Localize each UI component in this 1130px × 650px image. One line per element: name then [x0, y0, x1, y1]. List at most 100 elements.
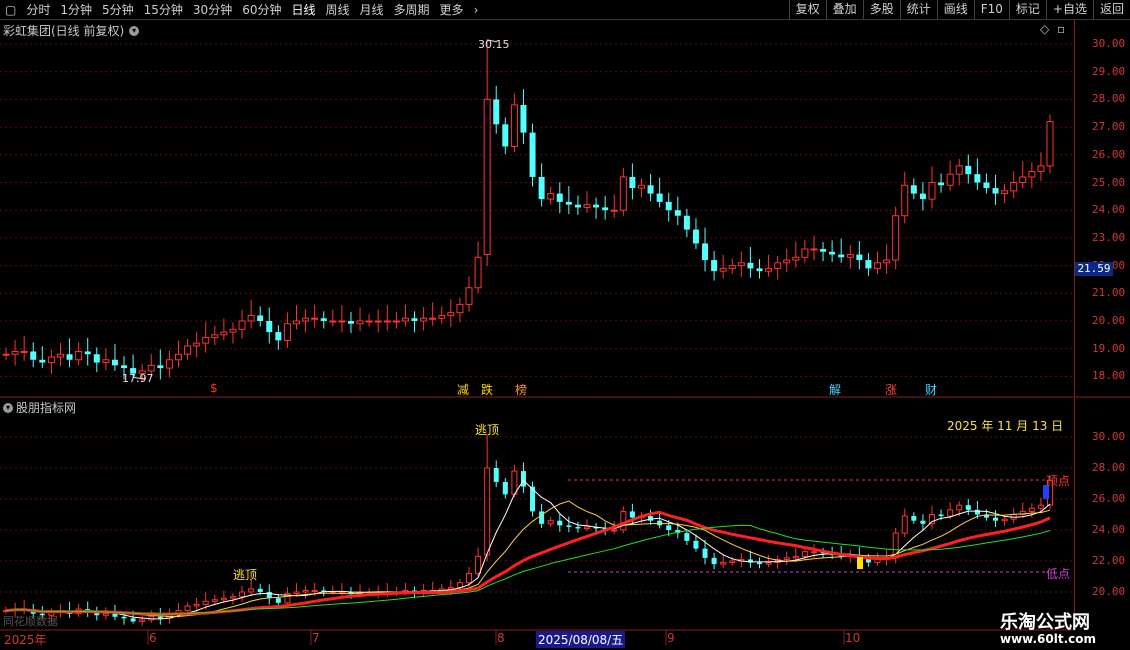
- candle-body: [993, 517, 999, 521]
- candle-body: [30, 351, 37, 360]
- candle-body: [502, 124, 509, 147]
- x-axis-label: 8: [497, 631, 505, 645]
- candle-body: [266, 321, 273, 333]
- candle-body: [910, 185, 917, 194]
- candle-body: [383, 320, 391, 323]
- candle-body: [411, 318, 418, 321]
- candle-body: [429, 317, 437, 320]
- candle-body: [1001, 190, 1009, 195]
- candle-body: [1046, 121, 1054, 167]
- candle-body: [510, 104, 518, 147]
- candle-body: [865, 260, 872, 269]
- y-tick-label: 28.00: [1092, 92, 1126, 106]
- candle-body: [220, 597, 227, 601]
- candle-body: [338, 320, 346, 323]
- candle-body: [711, 557, 717, 565]
- kline-chart[interactable]: [0, 0, 1130, 650]
- candle-body: [275, 332, 282, 341]
- candle-body: [711, 260, 718, 272]
- candle-body: [584, 526, 591, 529]
- candle-body: [465, 287, 473, 305]
- candle-body: [955, 165, 963, 175]
- candle-body: [121, 616, 127, 619]
- candle-body: [911, 516, 917, 521]
- candle-body: [838, 254, 845, 258]
- candle-body: [311, 317, 319, 320]
- candle-body: [229, 596, 236, 599]
- candle-body: [84, 351, 91, 355]
- candle-body: [465, 572, 472, 584]
- candle-body: [883, 259, 891, 264]
- candle-body: [820, 248, 827, 252]
- high-price-label: 30.15: [478, 38, 510, 51]
- candle-body: [356, 320, 364, 325]
- candle-body: [102, 359, 110, 364]
- candle-body: [20, 350, 28, 353]
- candle-body: [947, 509, 954, 517]
- top-point-label: 顶点: [1046, 474, 1071, 488]
- candle-body: [447, 586, 454, 590]
- candle-body: [765, 562, 772, 565]
- candle-body: [283, 323, 291, 341]
- candle-body: [338, 591, 345, 594]
- candle-body: [565, 201, 572, 205]
- candle-body: [202, 600, 209, 605]
- candle-body: [610, 209, 618, 212]
- candle-body: [247, 314, 255, 322]
- candle-body: [974, 174, 981, 183]
- candle-body: [1028, 507, 1035, 512]
- candle-body: [1037, 504, 1044, 509]
- y-tick-label: 26.00: [1092, 492, 1126, 505]
- y-tick-label: 20.00: [1092, 585, 1126, 598]
- candle-body: [619, 176, 627, 211]
- watermark-url: www.60lt.com: [1000, 632, 1097, 646]
- candle-body: [1028, 170, 1036, 178]
- candle-body: [747, 262, 754, 269]
- signal-marker: $: [210, 381, 218, 395]
- candle-body: [401, 317, 409, 322]
- candle-body: [102, 613, 109, 616]
- candle-body: [75, 350, 83, 361]
- candle-body: [257, 315, 264, 321]
- candle-body: [593, 204, 600, 208]
- signal-marker: 涨: [885, 383, 898, 397]
- signal-marker: 榜: [515, 383, 528, 397]
- candle-body: [637, 184, 645, 189]
- ma20-line: [5, 510, 1051, 616]
- candle-body: [211, 334, 219, 339]
- candle-body: [302, 317, 310, 322]
- candle-body: [938, 514, 944, 517]
- y-tick-label: 30.00: [1092, 430, 1126, 443]
- signal-marker: 跌: [481, 383, 494, 397]
- candle-body: [438, 314, 446, 319]
- candle-body: [1037, 165, 1045, 172]
- x-axis-label: 7: [312, 631, 320, 645]
- candle-body: [157, 365, 164, 369]
- x-axis-label: 6: [149, 631, 157, 645]
- candle-body: [693, 540, 699, 549]
- candle-body: [719, 267, 727, 272]
- candle-body: [193, 342, 201, 347]
- signal-marker: 解: [829, 383, 842, 397]
- candle-body: [193, 603, 200, 607]
- candle-body: [484, 467, 491, 556]
- candle-body: [783, 557, 790, 560]
- candle-body: [202, 337, 210, 344]
- y-tick-label: 26.00: [1092, 147, 1126, 161]
- candle-body: [520, 471, 526, 487]
- signal-marker: 减: [457, 383, 470, 397]
- candle-body: [992, 188, 999, 194]
- x-axis-label: 10: [845, 631, 861, 645]
- candle-body: [547, 193, 555, 200]
- candle-body: [456, 582, 463, 588]
- candle-body: [629, 511, 635, 518]
- candle-body: [1001, 518, 1008, 522]
- candle-body: [475, 555, 482, 574]
- y-tick-label: 19.00: [1092, 341, 1126, 355]
- candle-body: [556, 193, 563, 202]
- candle-body: [928, 182, 936, 200]
- candle-body: [974, 509, 980, 515]
- candle-body: [846, 254, 854, 258]
- candle-body: [2, 353, 10, 356]
- candle-body: [1019, 176, 1027, 184]
